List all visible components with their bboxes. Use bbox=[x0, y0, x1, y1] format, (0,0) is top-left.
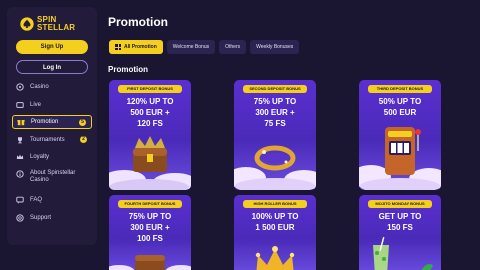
sidebar-item-label: Support bbox=[30, 214, 52, 221]
trophy-icon bbox=[16, 136, 24, 144]
promo-tag: MOJITO MONDAY BONUS bbox=[368, 200, 432, 208]
page-title: Promotion bbox=[108, 15, 168, 29]
tab-label: All Promotion bbox=[124, 44, 157, 50]
promo-line: 150 FS bbox=[387, 223, 413, 232]
main-content: Promotion All Promotion Welcome Bonus Ot… bbox=[108, 0, 480, 270]
faq-icon bbox=[16, 196, 24, 204]
tab-others[interactable]: Others bbox=[219, 40, 247, 54]
sidebar-nav: Casino Live Promotion 5 Tournaments 2 Lo… bbox=[12, 80, 92, 225]
promo-tag: THIRD DEPOSIT BONUS bbox=[368, 85, 432, 93]
sidebar-item-label: Live bbox=[30, 101, 42, 108]
logo-line2: STELLAR bbox=[37, 23, 76, 32]
logo[interactable]: SPIN STELLAR bbox=[20, 16, 92, 32]
casino-icon bbox=[16, 83, 24, 91]
treasure-chest-illustration bbox=[109, 136, 191, 190]
section-title: Promotion bbox=[108, 65, 148, 74]
promo-amount: GET UP TO 150 FS bbox=[359, 211, 441, 233]
grid-icon bbox=[115, 44, 121, 50]
support-icon bbox=[16, 213, 24, 222]
tab-weekly-bonuses[interactable]: Weekly Bonuses bbox=[250, 40, 300, 54]
sidebar-item-tournaments[interactable]: Tournaments 2 bbox=[12, 133, 92, 147]
promo-line: GET UP TO bbox=[378, 212, 422, 221]
info-icon bbox=[16, 169, 24, 178]
spade-logo-icon bbox=[20, 17, 34, 31]
promotion-count-badge: 5 bbox=[79, 118, 86, 126]
promo-tag: HIGH ROLLER BONUS bbox=[243, 200, 307, 208]
promo-line: 120 FS bbox=[137, 119, 163, 128]
promo-amount: 100% UP TO 1 500 EUR bbox=[234, 211, 316, 233]
promo-line: 1 500 EUR bbox=[255, 223, 295, 232]
promo-card-fourth-deposit[interactable]: FOURTH DEPOSIT BONUS 75% UP TO 300 EUR +… bbox=[109, 195, 191, 270]
promo-line: 75% UP TO bbox=[128, 212, 172, 221]
live-icon bbox=[16, 101, 24, 109]
logo-text: SPIN STELLAR bbox=[37, 16, 75, 32]
promo-tag: FIRST DEPOSIT BONUS bbox=[118, 85, 182, 93]
promo-amount: 75% UP TO 300 EUR + 75 FS bbox=[234, 96, 316, 129]
promo-line: 500 EUR + bbox=[130, 108, 170, 117]
sidebar-item-support[interactable]: Support bbox=[12, 211, 92, 225]
promo-tag: SECOND DEPOSIT BONUS bbox=[243, 85, 307, 93]
promo-card-second-deposit[interactable]: SECOND DEPOSIT BONUS 75% UP TO 300 EUR +… bbox=[234, 80, 316, 190]
app: SPIN STELLAR Sign Up Log In Casino Live bbox=[0, 0, 480, 270]
golden-crown-illustration bbox=[255, 246, 295, 270]
promo-card-third-deposit[interactable]: THIRD DEPOSIT BONUS 50% UP TO 500 EUR bbox=[359, 80, 441, 190]
sidebar-item-live[interactable]: Live bbox=[12, 98, 92, 112]
promo-line: 300 EUR + bbox=[130, 223, 170, 232]
tab-label: Weekly Bonuses bbox=[256, 44, 294, 50]
slot-machine-illustration bbox=[359, 127, 441, 190]
promo-tag: FOURTH DEPOSIT BONUS bbox=[118, 200, 182, 208]
sidebar-item-label: Tournaments bbox=[30, 136, 65, 143]
crown-icon bbox=[16, 153, 24, 161]
promo-line: 300 EUR + bbox=[255, 108, 295, 117]
promo-amount: 75% UP TO 300 EUR + 100 FS bbox=[109, 211, 191, 244]
promotion-tabs: All Promotion Welcome Bonus Others Weekl… bbox=[109, 40, 300, 54]
promo-card-high-roller[interactable]: HIGH ROLLER BONUS 100% UP TO 1 500 EUR bbox=[234, 195, 316, 270]
sidebar-item-label: Casino bbox=[30, 84, 49, 90]
tab-all-promotion[interactable]: All Promotion bbox=[109, 40, 163, 54]
promo-line: 75 FS bbox=[264, 119, 286, 128]
sidebar-item-label: FAQ bbox=[30, 197, 43, 203]
sidebar-item-casino[interactable]: Casino bbox=[12, 80, 92, 94]
tournaments-count-badge: 2 bbox=[80, 136, 87, 143]
golden-ring-illustration bbox=[234, 145, 316, 190]
promo-line: 100% UP TO bbox=[251, 212, 299, 221]
sidebar-item-label: Loyalty bbox=[30, 154, 50, 160]
sidebar-item-loyalty[interactable]: Loyalty bbox=[12, 150, 92, 164]
tab-label: Others bbox=[225, 44, 241, 50]
promo-card-mojito-monday[interactable]: MOJITO MONDAY BONUS GET UP TO 150 FS bbox=[359, 195, 441, 270]
gift-icon bbox=[17, 118, 25, 126]
sidebar-item-about[interactable]: About Spinstellar Casino bbox=[12, 168, 92, 190]
promo-line: 120% UP TO bbox=[126, 97, 174, 106]
promo-line: 50% UP TO bbox=[378, 97, 422, 106]
treasure-chest-illustration bbox=[109, 255, 191, 270]
sidebar-item-promotion[interactable]: Promotion 5 bbox=[12, 115, 92, 129]
tab-welcome-bonus[interactable]: Welcome Bonus bbox=[166, 40, 216, 54]
mojito-glass-illustration bbox=[373, 237, 433, 270]
promo-line: 100 FS bbox=[137, 234, 163, 243]
sidebar-item-faq[interactable]: FAQ bbox=[12, 193, 92, 207]
sidebar: SPIN STELLAR Sign Up Log In Casino Live bbox=[7, 7, 97, 245]
log-in-button[interactable]: Log In bbox=[16, 60, 88, 74]
promo-amount: 120% UP TO 500 EUR + 120 FS bbox=[109, 96, 191, 129]
tab-label: Welcome Bonus bbox=[172, 44, 210, 50]
promo-card-first-deposit[interactable]: FIRST DEPOSIT BONUS 120% UP TO 500 EUR +… bbox=[109, 80, 191, 190]
sidebar-item-label: Promotion bbox=[31, 119, 59, 125]
promo-line: 75% UP TO bbox=[253, 97, 297, 106]
sign-up-button[interactable]: Sign Up bbox=[16, 40, 88, 54]
sidebar-item-label: About Spinstellar Casino bbox=[30, 169, 76, 183]
